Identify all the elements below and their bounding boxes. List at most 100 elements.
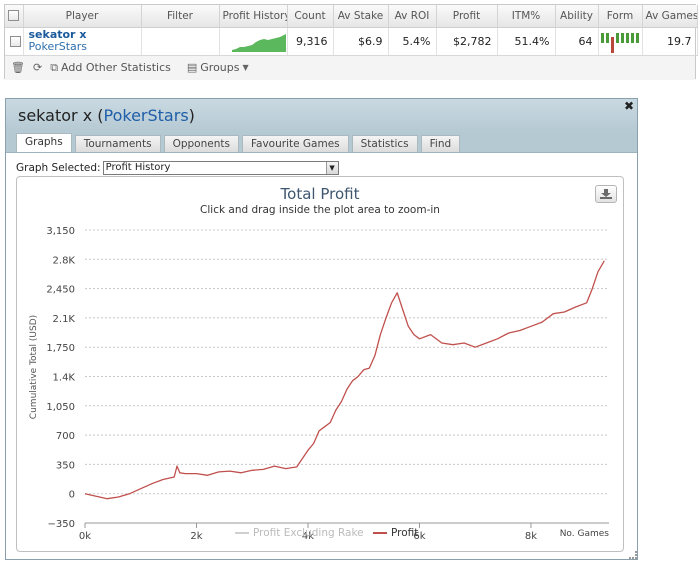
y-tick-label: 2,450 — [46, 285, 75, 296]
form-cell — [598, 27, 643, 56]
form-indicator — [599, 30, 642, 53]
chevron-down-icon: ▼ — [242, 63, 249, 72]
graph-select-value: Profit History — [105, 162, 171, 173]
column-header-ability[interactable]: Ability — [555, 5, 599, 28]
form-bar-6 — [631, 33, 634, 43]
tab-tournaments[interactable]: Tournaments — [74, 135, 161, 152]
tab-bar: Graphs Tournaments Opponents Favourite G… — [6, 133, 637, 153]
av-stake-cell: $6.9 — [333, 27, 389, 56]
column-header-av-roi[interactable]: Av ROI — [388, 5, 437, 28]
column-header-av-stake[interactable]: Av Stake — [333, 5, 389, 28]
column-header-profit-history[interactable]: Profit History — [219, 5, 288, 28]
player-site-link[interactable]: PokerStars — [29, 41, 136, 53]
form-bar-4 — [621, 33, 624, 43]
column-header-form[interactable]: Form — [598, 5, 643, 28]
stats-panel: Player Filter Profit History Count Av St… — [4, 4, 698, 80]
y-tick-label: 1.4K — [53, 373, 76, 384]
row-checkbox-cell[interactable] — [5, 27, 24, 56]
trash-icon[interactable]: 🗑 — [11, 61, 25, 74]
download-icon — [600, 189, 612, 199]
tab-find[interactable]: Find — [420, 135, 461, 152]
x-tick-label: 2k — [190, 531, 202, 542]
axis-tick-labels: −350 0 350 700 1,050 1.4K 1,750 2.1K 2,450 2.8K 3,… — [46, 226, 537, 542]
window-site-link[interactable]: PokerStars — [104, 106, 189, 125]
count-cell: 9,316 — [287, 27, 334, 56]
legend-item-1[interactable]: Profit — [373, 527, 418, 539]
tab-graphs[interactable]: Graphs — [16, 133, 72, 152]
select-all-cell[interactable] — [5, 5, 24, 28]
window-title: sekator x (PokerStars) — [6, 99, 637, 133]
table-row[interactable]: sekator x PokerStars 9,316 $6.9 5.4% $2,… — [5, 27, 698, 56]
column-header-count[interactable]: Count — [287, 5, 334, 28]
player-window: sekator x (PokerStars) ✖ Graphs Tourname… — [5, 98, 638, 560]
series-line-profit — [84, 260, 605, 500]
form-bar-0 — [601, 33, 604, 43]
tab-favourite-games[interactable]: Favourite Games — [241, 135, 349, 152]
export-button[interactable] — [595, 185, 617, 203]
chart-title: Total Profit — [280, 185, 360, 203]
add-statistics-button[interactable]: ⧉ Add Other Statistics — [50, 61, 171, 75]
y-tick-label: 0 — [69, 490, 75, 501]
table-toolbar: 🗑 ⟳ ⧉ Add Other Statistics ▤ Groups ▼ — [5, 55, 695, 80]
form-bar-3 — [616, 33, 619, 43]
y-tick-label: 3,150 — [46, 226, 75, 237]
av-games-cell: 19.7 — [642, 27, 698, 56]
column-header-profit[interactable]: Profit — [436, 5, 498, 28]
refresh-icon[interactable]: ⟳ — [33, 61, 42, 74]
x-tick-label: 0k — [79, 531, 91, 542]
add-columns-icon: ⧉ — [50, 60, 59, 74]
x-tick-label: 8k — [525, 531, 537, 542]
add-statistics-label: Add Other Statistics — [61, 61, 171, 74]
grid-lines — [84, 229, 609, 528]
y-axis-label: Cumulative Total (USD) — [29, 315, 39, 419]
y-tick-label: 1,750 — [46, 343, 75, 354]
form-bar-5 — [626, 33, 629, 43]
form-bar-7 — [636, 33, 639, 43]
legend-label: Profit Excluding Rake — [253, 527, 364, 539]
legend-label: Profit — [391, 527, 418, 539]
chart-legend[interactable]: Profit Excluding Rake Profit — [235, 527, 418, 539]
profit-cell: $2,782 — [436, 27, 498, 56]
dropdown-arrow-icon[interactable]: ▼ — [325, 162, 338, 174]
player-cell: sekator x PokerStars — [23, 27, 142, 56]
chart-subtitle: Click and drag inside the plot area to z… — [200, 204, 440, 216]
graph-select-row: Graph Selected: Profit History ▼ — [16, 161, 339, 175]
y-tick-label: 350 — [56, 460, 75, 471]
profit-sparkline — [231, 33, 286, 52]
x-axis-label: No. Games — [560, 529, 610, 539]
table-header-row: Player Filter Profit History Count Av St… — [5, 5, 698, 28]
y-tick-label: 1,050 — [46, 402, 75, 413]
select-all-checkbox[interactable] — [8, 10, 20, 22]
tab-opponents[interactable]: Opponents — [163, 135, 239, 152]
av-roi-cell: 5.4% — [388, 27, 437, 56]
groups-button[interactable]: ▤ Groups ▼ — [187, 61, 249, 74]
y-tick-label: 2.1K — [53, 314, 76, 325]
profit-history-cell — [219, 27, 288, 56]
form-bar-2 — [611, 37, 614, 53]
chart-svg[interactable]: Total Profit Click and drag inside the p… — [17, 177, 623, 551]
column-header-filter[interactable]: Filter — [141, 5, 220, 28]
profit-chart[interactable]: Total Profit Click and drag inside the p… — [16, 176, 624, 552]
stats-table: Player Filter Profit History Count Av St… — [5, 5, 698, 56]
resize-grip[interactable] — [629, 551, 637, 559]
y-tick-label: 700 — [56, 431, 75, 442]
y-tick-label: −350 — [48, 519, 75, 530]
column-header-av-games[interactable]: Av Games — [642, 5, 698, 28]
graph-select-dropdown[interactable]: Profit History ▼ — [102, 161, 339, 175]
itm-cell: 51.4% — [497, 27, 556, 56]
close-icon[interactable]: ✖ — [624, 99, 634, 113]
column-header-itm[interactable]: ITM% — [497, 5, 556, 28]
graph-selected-label: Graph Selected: — [16, 162, 101, 174]
groups-icon: ▤ — [186, 61, 198, 74]
window-player-name: sekator x — [18, 106, 93, 125]
y-tick-label: 2.8K — [53, 255, 76, 266]
column-header-player[interactable]: Player — [23, 5, 142, 28]
row-checkbox[interactable] — [10, 36, 21, 47]
series-layer — [84, 260, 605, 500]
ability-cell: 64 — [555, 27, 599, 56]
legend-item-0[interactable]: Profit Excluding Rake — [235, 527, 364, 539]
groups-label: Groups — [200, 61, 240, 74]
tab-statistics[interactable]: Statistics — [351, 135, 418, 152]
filter-cell — [141, 27, 220, 56]
form-bar-1 — [606, 33, 609, 43]
